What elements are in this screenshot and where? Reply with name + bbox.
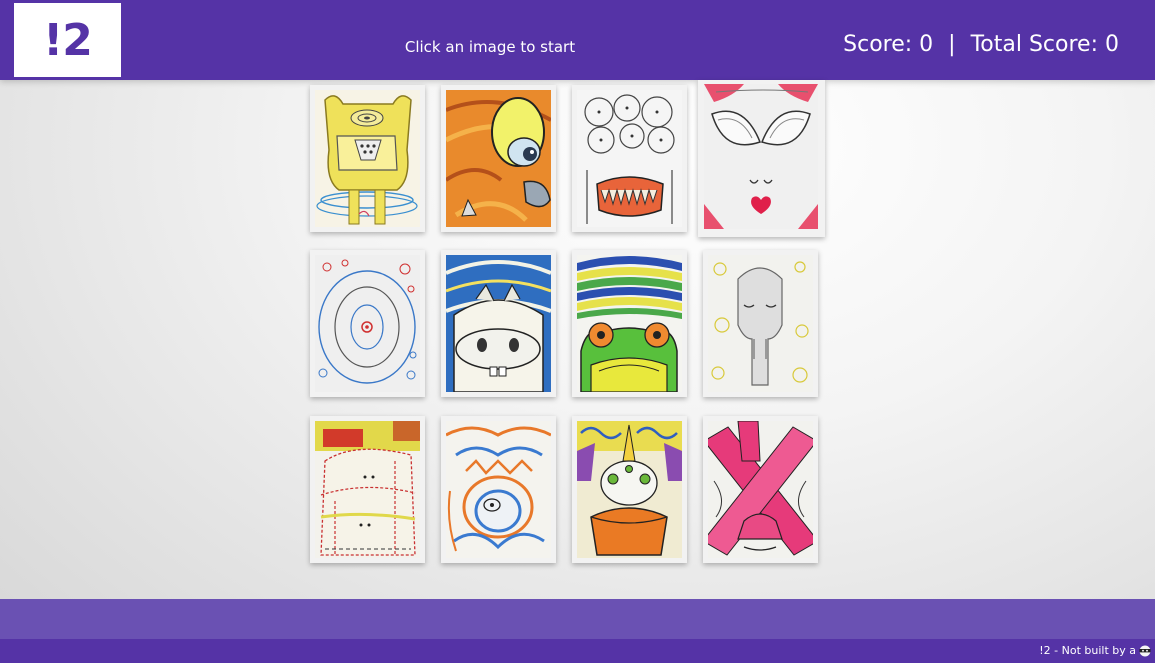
score-label: Score: 0 — [843, 32, 934, 57]
card-green-frog-stripes[interactable] — [572, 250, 687, 397]
card-orange-blue-swirls[interactable] — [441, 416, 556, 563]
score-display: Score: 0 | Total Score: 0 — [843, 32, 1119, 57]
score-separator: | — [948, 32, 956, 57]
pink-crossed-bands-drawing — [708, 421, 813, 558]
card-yellow-creature[interactable] — [310, 85, 425, 232]
footer: !2 - Not built by a — [0, 639, 1155, 663]
stitched-quilt-drawing — [315, 421, 420, 558]
card-bubbly-teeth-monster[interactable] — [572, 85, 687, 232]
card-orange-cyclops[interactable] — [441, 85, 556, 232]
card-pink-crossed-bands[interactable] — [703, 416, 818, 563]
sleepy-ghost-drawing — [708, 255, 813, 392]
card-heart-lips-face[interactable] — [698, 80, 825, 237]
footer-credit: !2 - Not built by a — [1039, 644, 1151, 657]
bubbly-teeth-monster-drawing — [577, 90, 682, 227]
orange-cyclops-drawing — [446, 90, 551, 227]
blue-hippo-drawing — [446, 255, 551, 392]
card-sleepy-ghost[interactable] — [703, 250, 818, 397]
card-concentric-eye[interactable] — [310, 250, 425, 397]
yellow-creature-drawing — [315, 90, 420, 227]
card-unicorn-cauldron[interactable] — [572, 416, 687, 563]
status-message: Click an image to start — [404, 38, 576, 56]
unicorn-cauldron-drawing — [577, 421, 682, 558]
logo[interactable]: !2 — [14, 3, 121, 77]
ninja-icon — [1139, 645, 1151, 656]
orange-blue-swirls-drawing — [446, 421, 551, 558]
card-stitched-quilt[interactable] — [310, 416, 425, 563]
footer-band — [0, 599, 1155, 639]
card-blue-hippo[interactable] — [441, 250, 556, 397]
heart-lips-face-drawing — [704, 84, 818, 229]
concentric-eye-drawing — [315, 255, 420, 392]
green-frog-stripes-drawing — [577, 255, 682, 392]
footer-credit-text: !2 - Not built by a — [1039, 644, 1136, 657]
top-bar: !2 Click an image to start Score: 0 | Tota… — [0, 0, 1155, 80]
total-score-label: Total Score: 0 — [970, 32, 1119, 57]
